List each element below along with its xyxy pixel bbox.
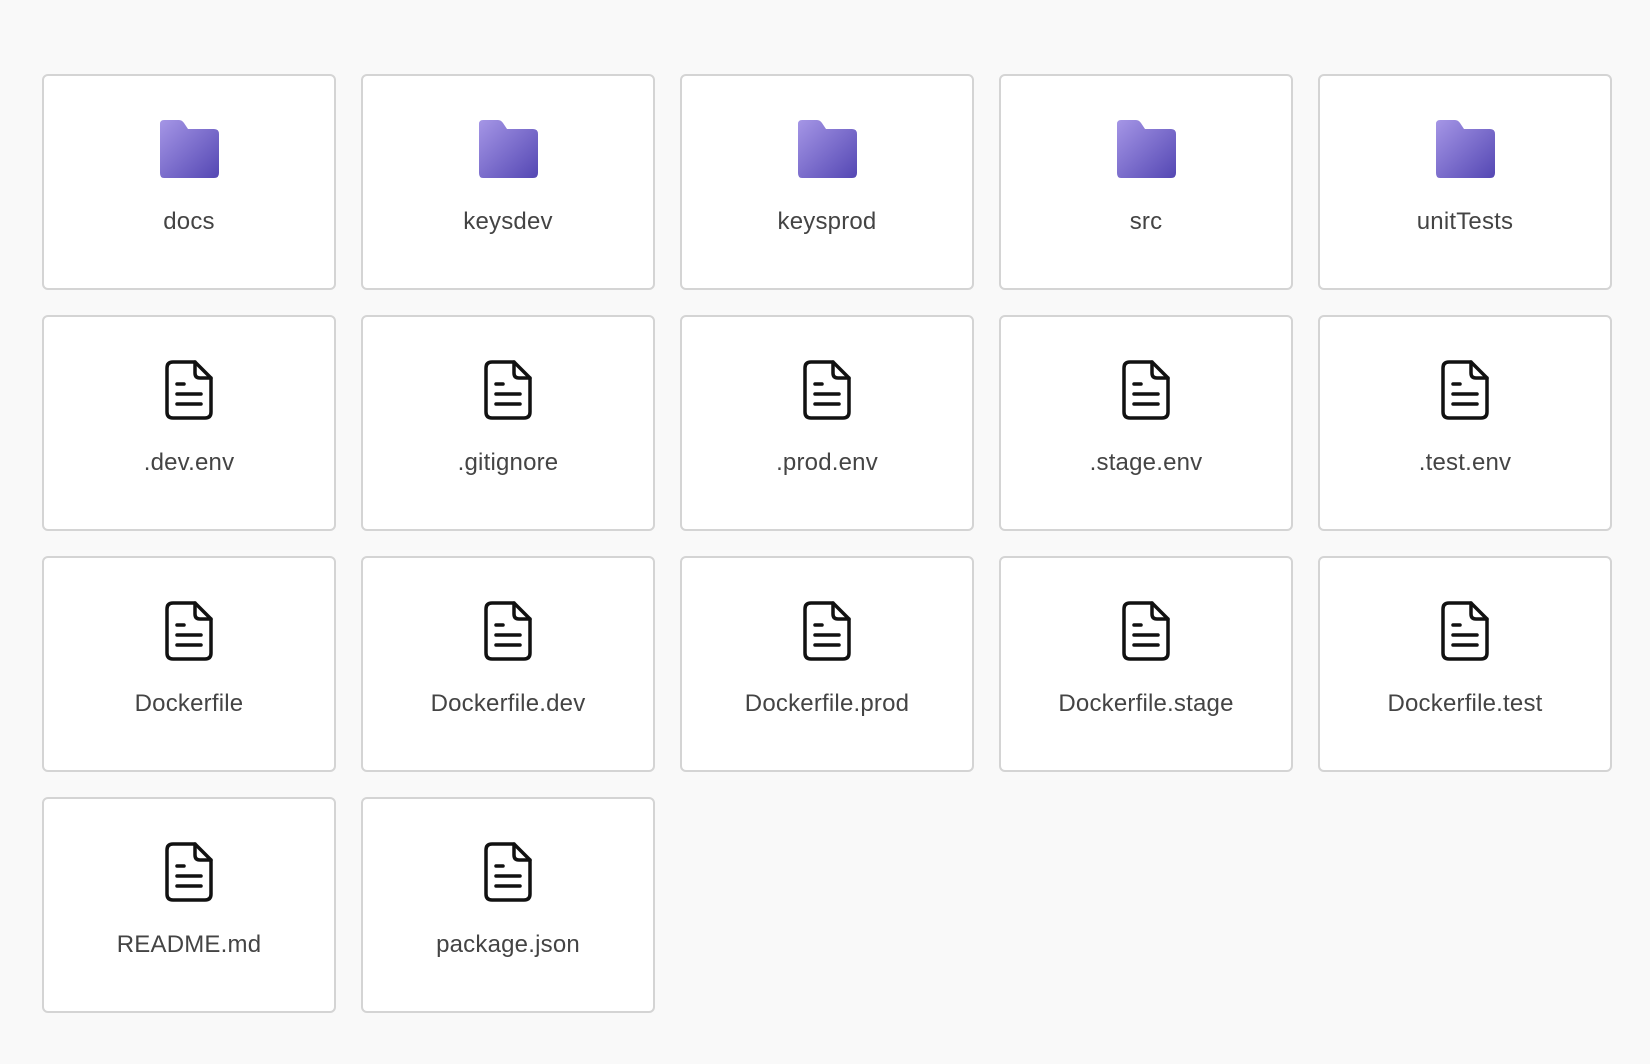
folder-icon: [795, 118, 859, 180]
folder-icon: [1433, 118, 1497, 180]
item-name: README.md: [116, 931, 262, 958]
file-tile-dockerfile-dev[interactable]: Dockerfile.dev: [361, 556, 655, 772]
file-icon: [1441, 600, 1489, 662]
folder-icon: [1114, 118, 1178, 180]
item-name: src: [1129, 208, 1163, 235]
file-tile-test-env[interactable]: .test.env: [1318, 315, 1612, 531]
folder-tile-keysdev[interactable]: keysdev: [361, 74, 655, 290]
item-name: Dockerfile.stage: [1058, 690, 1234, 717]
item-name: .test.env: [1418, 449, 1512, 476]
file-grid: docs keysdev keysprod src unitTests .dev…: [42, 74, 1612, 1013]
file-icon: [165, 359, 213, 421]
item-name: unitTests: [1416, 208, 1514, 235]
folder-tile-keysprod[interactable]: keysprod: [680, 74, 974, 290]
file-tile-dev-env[interactable]: .dev.env: [42, 315, 336, 531]
file-icon: [165, 600, 213, 662]
file-tile-dockerfile[interactable]: Dockerfile: [42, 556, 336, 772]
folder-icon: [476, 118, 540, 180]
item-name: docs: [163, 208, 215, 235]
file-icon: [484, 359, 532, 421]
folder-tile-unittests[interactable]: unitTests: [1318, 74, 1612, 290]
file-tile-dockerfile-prod[interactable]: Dockerfile.prod: [680, 556, 974, 772]
folder-tile-src[interactable]: src: [999, 74, 1293, 290]
item-name: .gitignore: [457, 449, 559, 476]
file-tile-readme[interactable]: README.md: [42, 797, 336, 1013]
file-icon: [484, 841, 532, 903]
item-name: keysdev: [463, 208, 553, 235]
file-icon: [165, 841, 213, 903]
item-name: keysprod: [777, 208, 877, 235]
item-name: Dockerfile.dev: [430, 690, 586, 717]
file-icon: [803, 359, 851, 421]
item-name: Dockerfile.prod: [744, 690, 910, 717]
item-name: .prod.env: [776, 449, 878, 476]
file-icon: [1122, 359, 1170, 421]
file-icon: [1122, 600, 1170, 662]
item-name: package.json: [436, 931, 580, 958]
file-icon: [1441, 359, 1489, 421]
file-tile-dockerfile-stage[interactable]: Dockerfile.stage: [999, 556, 1293, 772]
file-tile-dockerfile-test[interactable]: Dockerfile.test: [1318, 556, 1612, 772]
item-name: Dockerfile: [134, 690, 244, 717]
file-icon: [803, 600, 851, 662]
file-tile-gitignore[interactable]: .gitignore: [361, 315, 655, 531]
file-tile-stage-env[interactable]: .stage.env: [999, 315, 1293, 531]
item-name: Dockerfile.test: [1387, 690, 1543, 717]
item-name: .stage.env: [1089, 449, 1203, 476]
file-icon: [484, 600, 532, 662]
folder-tile-docs[interactable]: docs: [42, 74, 336, 290]
file-tile-package-json[interactable]: package.json: [361, 797, 655, 1013]
item-name: .dev.env: [143, 449, 235, 476]
folder-icon: [157, 118, 221, 180]
file-tile-prod-env[interactable]: .prod.env: [680, 315, 974, 531]
